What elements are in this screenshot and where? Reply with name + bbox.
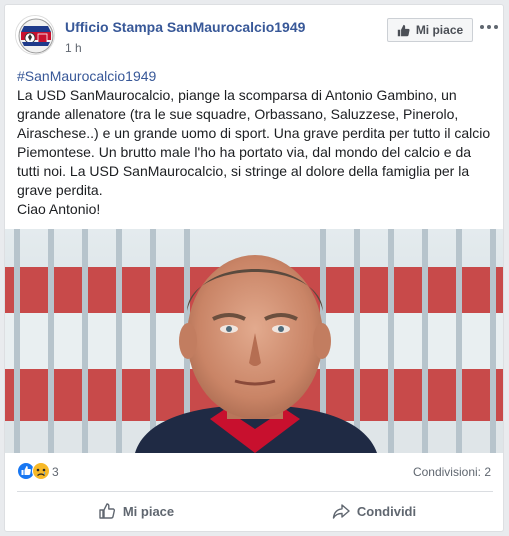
more-options-icon[interactable] bbox=[479, 17, 499, 37]
post-stats: 3 Condivisioni: 2 bbox=[5, 456, 503, 488]
post-line: Airaschese..) e un grande uomo di sport.… bbox=[17, 125, 491, 141]
reaction-icons[interactable] bbox=[17, 462, 50, 480]
post-message: #SanMaurocalcio1949 La USD SanMaurocalci… bbox=[17, 67, 501, 219]
thumbs-up-icon bbox=[397, 24, 410, 36]
share-button-label: Condividi bbox=[356, 503, 417, 519]
post-line: grande allenatore (tra le sue squadre, O… bbox=[17, 106, 459, 122]
like-button[interactable]: Mi piace bbox=[17, 495, 255, 527]
post-line: Piemontese. Un brutto male l'ho ha porta… bbox=[17, 144, 472, 160]
share-arrow-icon bbox=[332, 504, 350, 519]
like-page-label: Mi piace bbox=[415, 23, 464, 37]
post-line: tutti noi. La USD SanMaurocalcio, si str… bbox=[17, 163, 470, 179]
post-header: Ufficio Stampa SanMaurocalcio1949 1 h Mi… bbox=[5, 5, 503, 65]
like-page-button[interactable]: Mi piace bbox=[387, 18, 473, 42]
portrait-photo bbox=[5, 229, 503, 453]
shares-count[interactable]: Condivisioni: 2 bbox=[413, 465, 491, 479]
page-name-link[interactable]: Ufficio Stampa SanMaurocalcio1949 bbox=[65, 19, 305, 35]
post-line: La USD SanMaurocalcio, piange la scompar… bbox=[17, 87, 457, 103]
post-timestamp[interactable]: 1 h bbox=[65, 41, 82, 55]
post-card: Ufficio Stampa SanMaurocalcio1949 1 h Mi… bbox=[4, 4, 504, 532]
reaction-count[interactable]: 3 bbox=[52, 465, 59, 479]
hashtag-link[interactable]: #SanMaurocalcio1949 bbox=[17, 68, 156, 84]
club-logo-icon bbox=[16, 16, 54, 54]
post-photo[interactable] bbox=[5, 229, 503, 453]
post-actions: Mi piace Condividi bbox=[17, 495, 493, 527]
sad-reaction-icon bbox=[32, 462, 50, 480]
post-line: grave perdita. bbox=[17, 182, 103, 198]
page-avatar[interactable] bbox=[15, 15, 55, 55]
divider bbox=[17, 491, 493, 492]
share-button[interactable]: Condividi bbox=[255, 495, 493, 527]
like-button-label: Mi piace bbox=[122, 503, 175, 519]
thumbs-up-outline-icon bbox=[99, 503, 115, 519]
post-line: Ciao Antonio! bbox=[17, 201, 101, 217]
